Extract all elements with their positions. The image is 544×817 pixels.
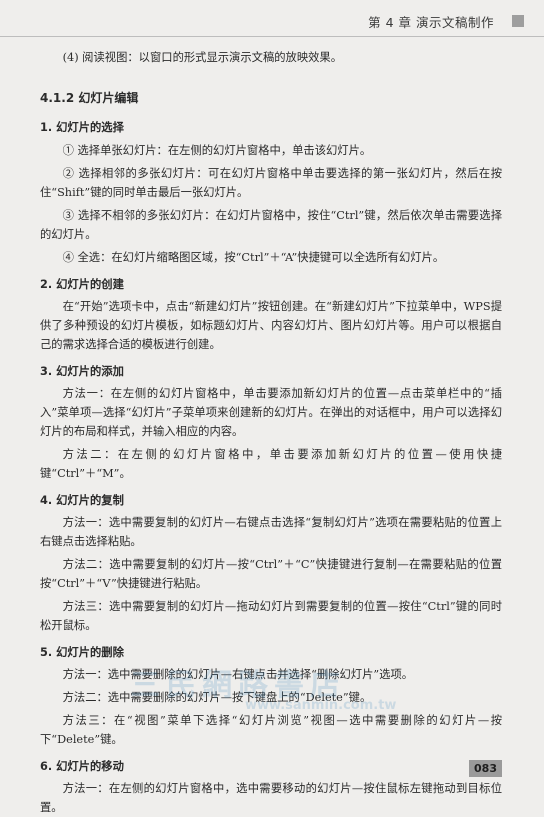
- chapter-header-text: 第 4 章 演示文稿制作: [368, 15, 494, 30]
- subsection-title-move: 6. 幻灯片的移动: [40, 760, 124, 773]
- add-method: 方法二：在左侧的幻灯片窗格中，单击要添加新幻灯片的位置—使用快捷键“Ctrl”＋…: [40, 448, 502, 480]
- select-item: ① 选择单张幻灯片：在左侧的幻灯片窗格中，单击该幻灯片。: [62, 144, 372, 157]
- subsection-title-delete: 5. 幻灯片的删除: [40, 646, 124, 659]
- select-item: ③ 选择不相邻的多张幻灯片：在幻灯片窗格中，按住“Ctrl”键，然后依次单击需要…: [40, 209, 502, 241]
- intro-paragraph: (4) 阅读视图：以窗口的形式显示演示文稿的放映效果。: [62, 51, 343, 64]
- subsection-title-add: 3. 幻灯片的添加: [40, 365, 124, 378]
- header-square-marker: [512, 15, 524, 27]
- running-header: 第 4 章 演示文稿制作: [0, 0, 544, 37]
- page-number: 083: [469, 760, 502, 777]
- delete-method: 方法三：在“视图”菜单下选择“幻灯片浏览”视图—选中需要删除的幻灯片—按下“De…: [40, 714, 502, 746]
- subsection-title-copy: 4. 幻灯片的复制: [40, 494, 124, 507]
- move-method: 方法一：在左侧的幻灯片窗格中，选中需要移动的幻灯片—按住鼠标左键拖动到目标位置。: [40, 782, 502, 814]
- select-item: ② 选择相邻的多张幻灯片：可在幻灯片窗格中单击要选择的第一张幻灯片，然后在按住“…: [40, 167, 502, 199]
- delete-method: 方法一：选中需要删除的幻灯片—右键点击并选择“删除幻灯片”选项。: [62, 668, 414, 681]
- page-body: (4) 阅读视图：以窗口的形式显示演示文稿的放映效果。 4.1.2 幻灯片编辑 …: [40, 48, 502, 817]
- select-item: ④ 全选：在幻灯片缩略图区域，按“Ctrl”＋“A”快捷键可以全选所有幻灯片。: [62, 251, 445, 264]
- subsection-title-create: 2. 幻灯片的创建: [40, 278, 124, 291]
- copy-method: 方法三：选中需要复制的幻灯片—拖动幻灯片到需要复制的位置—按住“Ctrl”键的同…: [40, 600, 502, 632]
- delete-method: 方法二：选中需要删除的幻灯片—按下键盘上的“Delete”键。: [62, 691, 372, 704]
- copy-method: 方法二：选中需要复制的幻灯片—按“Ctrl”＋“C”快捷键进行复制—在需要粘贴的…: [40, 558, 502, 590]
- subsection-title-select: 1. 幻灯片的选择: [40, 121, 124, 134]
- section-title: 4.1.2 幻灯片编辑: [40, 91, 139, 105]
- add-method: 方法一：在左侧的幻灯片窗格中，单击要添加新幻灯片的位置—点击菜单栏中的“插入”菜…: [40, 387, 502, 438]
- create-paragraph: 在“开始”选项卡中，点击“新建幻灯片”按钮创建。在“新建幻灯片”下拉菜单中，WP…: [40, 300, 502, 351]
- copy-method: 方法一：选中需要复制的幻灯片—右键点击选择“复制幻灯片”选项在需要粘贴的位置上右…: [40, 516, 502, 548]
